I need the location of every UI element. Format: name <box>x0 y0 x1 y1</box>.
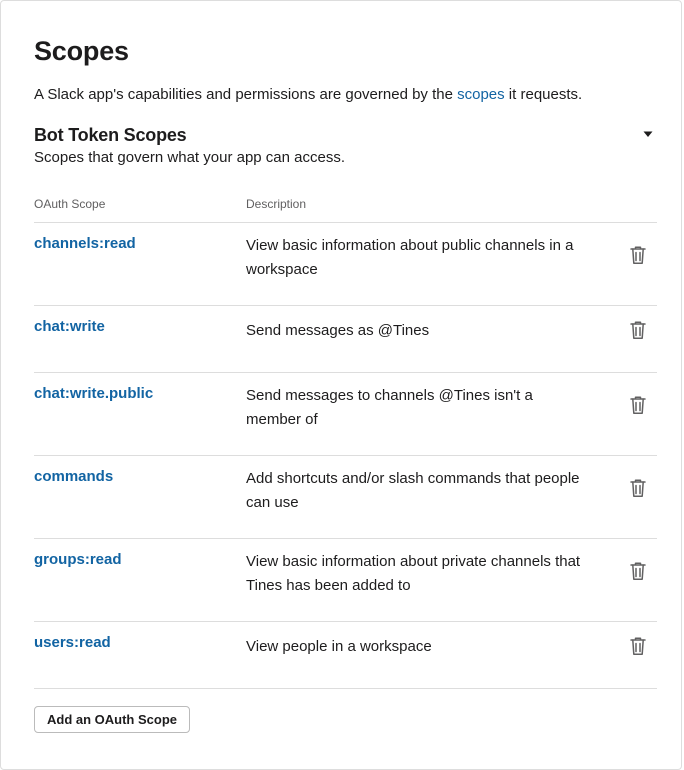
scopes-panel: Scopes A Slack app's capabilities and pe… <box>0 0 682 770</box>
table-row: chat:write.public Send messages to chann… <box>34 373 657 456</box>
scope-description: View people in a workspace <box>246 638 432 655</box>
section-subtitle: Scopes that govern what your app can acc… <box>34 149 346 166</box>
table-row: commands Add shortcuts and/or slash comm… <box>34 456 657 539</box>
intro-text-after: it requests. <box>504 86 583 103</box>
scopes-link[interactable]: scopes <box>457 86 505 103</box>
scope-name[interactable]: commands <box>34 467 113 487</box>
scopes-table: channels:read View basic information abo… <box>34 222 657 689</box>
scope-name[interactable]: users:read <box>34 633 111 653</box>
scope-description: View basic information about public chan… <box>246 237 574 278</box>
scope-description: Add shortcuts and/or slash commands that… <box>246 470 580 511</box>
scope-name[interactable]: chat:write.public <box>34 384 153 404</box>
trash-icon[interactable] <box>629 395 647 415</box>
table-row: chat:write Send messages as @Tines <box>34 306 657 373</box>
intro-text: A Slack app's capabilities and permissio… <box>34 85 582 105</box>
scope-name[interactable]: groups:read <box>34 550 122 570</box>
intro-text-before: A Slack app's capabilities and permissio… <box>34 86 458 103</box>
trash-icon[interactable] <box>629 478 647 498</box>
trash-icon[interactable] <box>629 561 647 581</box>
scope-name[interactable]: chat:write <box>34 317 105 337</box>
table-row: groups:read View basic information about… <box>34 539 657 622</box>
column-header-oauth-scope: OAuth Scope <box>34 197 106 211</box>
scope-description: Send messages as @Tines <box>246 322 430 339</box>
table-row: channels:read View basic information abo… <box>34 223 657 306</box>
section-title: Bot Token Scopes <box>34 125 187 145</box>
trash-icon[interactable] <box>629 245 647 265</box>
trash-icon[interactable] <box>629 636 647 656</box>
scope-description: Send messages to channels @Tines isn't a… <box>246 387 533 428</box>
scope-name[interactable]: channels:read <box>34 234 136 254</box>
table-row: users:read View people in a workspace <box>34 622 657 689</box>
caret-down-icon[interactable] <box>641 128 655 140</box>
trash-icon[interactable] <box>629 320 647 340</box>
add-oauth-scope-button[interactable]: Add an OAuth Scope <box>34 706 190 733</box>
column-header-description: Description <box>246 197 307 211</box>
scope-description: View basic information about private cha… <box>246 553 581 594</box>
page-title: Scopes <box>34 36 129 66</box>
